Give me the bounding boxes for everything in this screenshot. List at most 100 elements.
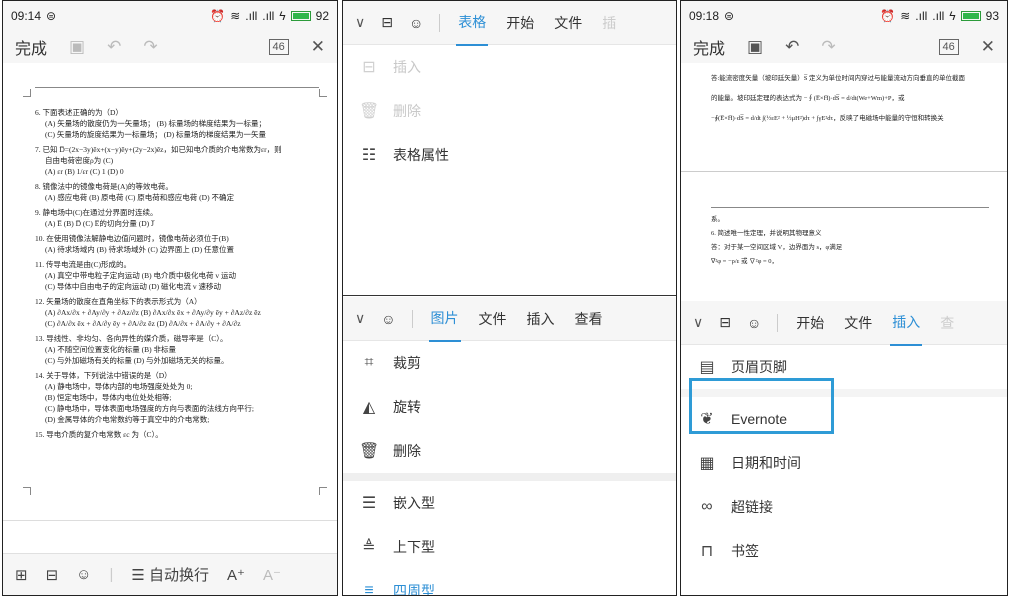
page-corner-mark [23, 89, 31, 97]
tab-insert[interactable]: 插入 [890, 300, 923, 346]
tab-overflow[interactable]: 查 [938, 301, 956, 345]
question-stem: 8. 镜像法中的镜像电荷是(A)的等效电荷。 [35, 182, 173, 191]
signal-icon: .ıll [262, 9, 275, 23]
document-text: 系。 6. 简述唯一性定理，并说明其物理意义 答：对于某一空间区域 V，边界面为 s… [681, 213, 1007, 269]
tab-overflow[interactable]: 插 [600, 1, 618, 45]
chevron-down-icon[interactable]: ∨ [355, 310, 365, 327]
ghost-icon[interactable]: ☺ [747, 315, 761, 331]
tab-start[interactable]: 开始 [794, 301, 826, 345]
undo-icon[interactable]: ↶ [785, 37, 799, 57]
page-header-line [711, 207, 989, 208]
font-increase-button[interactable]: A⁺ [227, 566, 245, 584]
font-decrease-button[interactable]: A⁻ [263, 566, 281, 584]
menu-item-delete[interactable]: 🗑 删除 [343, 429, 676, 473]
tab-file[interactable]: 文件 [477, 297, 509, 341]
menu-item-date-time[interactable]: ▦ 日期和时间 [681, 441, 1007, 485]
save-icon[interactable]: ▣ [69, 37, 85, 57]
document-page: 答:能流密度矢量（坡印廷矢量）S̅ 定义为单位时间内穿过与能量流动方向垂直的单位… [681, 63, 1007, 301]
menu-label: 四周型 [393, 583, 435, 596]
alarm-icon: ⏰ [210, 9, 226, 23]
divider [411, 309, 413, 328]
tab-view[interactable]: 查看 [573, 297, 605, 341]
menu-item-insert[interactable]: ⊟ 插入 [343, 45, 676, 89]
menu-item-inline[interactable]: ☰ 嵌入型 [343, 481, 676, 525]
picture-section: ∨ ☺ 图片 文件 插入 查看 ⌗ 裁剪 ◭ 旋转 🗑 删除 ☰ 嵌入型 ≜ 上下型 ≡ 四… [343, 296, 676, 596]
calendar-clock-icon: ▦ [699, 455, 715, 472]
signal-icon: .ıll [932, 9, 945, 23]
tab-picture[interactable]: 图片 [428, 296, 461, 342]
close-icon[interactable]: ✕ [311, 37, 325, 57]
document-line: 答:能流密度矢量（坡印廷矢量）S̅ 定义为单位时间内穿过与能量流动方向垂直的单位… [711, 75, 966, 82]
page-corner-mark [319, 89, 327, 97]
panel-insert-menu: 09:18 ⊜ ⏰ ≋ .ıll .ıll ϟ 93 完成 ▣ ↶ ↷ 46 ✕… [680, 0, 1008, 596]
done-button[interactable]: 完成 [15, 35, 47, 59]
menu-item-hyperlink[interactable]: ∞ 超链接 [681, 485, 1007, 529]
menu-item-top-bottom[interactable]: ≜ 上下型 [343, 525, 676, 569]
close-icon[interactable]: ✕ [981, 37, 995, 57]
menu-item-delete[interactable]: 🗑 删除 [343, 89, 676, 133]
done-button[interactable]: 完成 [693, 35, 725, 59]
wrap-icon: ☰ [131, 567, 150, 584]
charging-icon: ϟ [949, 9, 956, 23]
battery-percent: 93 [985, 9, 999, 23]
header-footer-icon: ▤ [699, 359, 715, 376]
menu-item-table-properties[interactable]: ☷ 表格属性 [343, 133, 676, 177]
document-line: ∇²φ = −ρ/ε 或 ∇²φ = 0， [711, 258, 779, 265]
status-bar: 09:18 ⊜ ⏰ ≋ .ıll .ıll ϟ 93 [681, 1, 1007, 31]
trash-icon: 🗑 [359, 443, 380, 460]
tab-table[interactable]: 表格 [456, 1, 489, 46]
question-stem: 10. 在使用镜像法解静电边值问题时，镜像电荷必须位于(B) [35, 234, 229, 243]
document-page: 6. 下面表述正确的为（D） (A) 矢量场的散度仍为一矢量场； (B) 标量场的… [3, 67, 337, 553]
bottom-toolbar: ⊞ ⊟ ☺ | ☰ 自动换行 A⁺ A⁻ [3, 553, 337, 595]
divider: | [109, 566, 114, 583]
section-gap [343, 473, 676, 481]
question-stem: 11. 传导电流是由(C)形成的。 [35, 260, 131, 269]
save-icon[interactable]: ▣ [747, 37, 763, 57]
charging-icon: ϟ [279, 9, 286, 23]
menu-item-crop[interactable]: ⌗ 裁剪 [343, 341, 676, 385]
wrap-text-label: 自动换行 [149, 567, 210, 584]
ghost-icon[interactable]: ☺ [381, 311, 395, 327]
menu-item-rotate[interactable]: ◭ 旋转 [343, 385, 676, 429]
battery-icon [290, 11, 311, 21]
menu-item-square-wrap[interactable]: ≡ 四周型 [343, 569, 676, 596]
document-line: 系。 [711, 216, 724, 223]
tab-file[interactable]: 文件 [552, 1, 584, 45]
table-menu: ⊟ 插入 🗑 删除 ☷ 表格属性 [343, 45, 676, 177]
question-stem: 12. 矢量场的散度在直角坐标下的表示形式为（A） [35, 297, 202, 306]
menu-label: 日期和时间 [731, 455, 801, 471]
wrap-text-button[interactable]: ☰ 自动换行 [131, 564, 209, 585]
document-line: 6. 简述唯一性定理，并说明其物理意义 [711, 230, 822, 237]
menu-item-bookmark[interactable]: ⊓ 书签 [681, 529, 1007, 573]
redo-icon[interactable]: ↷ [143, 37, 157, 57]
trash-icon: 🗑 [359, 103, 380, 120]
document-toolbar: 完成 ▣ ↶ ↷ 46 ✕ [3, 31, 337, 63]
grid-icon[interactable]: ⊞ [15, 566, 28, 584]
question-option: (A) E̅ (B) D̅ (C) E̅的切向分量 (D) J̅ [45, 219, 154, 228]
chevron-down-icon[interactable]: ∨ [355, 14, 365, 31]
chevron-down-icon[interactable]: ∨ [693, 314, 703, 331]
question-option: (A) 矢量场的散度仍为一矢量场； (B) 标量场的梯度结果为一标量； [45, 119, 267, 128]
wifi-icon: ≋ [900, 9, 911, 23]
redo-icon[interactable]: ↷ [821, 37, 835, 57]
ghost-icon[interactable]: ☺ [76, 566, 91, 583]
page-count-icon[interactable]: 46 [938, 39, 959, 55]
toolbox-icon[interactable]: ⊟ [381, 14, 393, 31]
ghost-icon[interactable]: ☺ [409, 15, 423, 31]
tab-file[interactable]: 文件 [842, 301, 874, 345]
question-option: 自由电荷密度ρ为 (C) [45, 156, 114, 165]
question-option: (D) 金属导体的介电常数约等于真空中的介电常数; [45, 415, 210, 424]
question-option: (C) 导体中自由电子的定向运动 (D) 磁化电流 v 速移动 [45, 282, 222, 291]
question-option: (C) 静电场中，导体表面电场强度的方向与表面的法线方向平行; [45, 404, 254, 413]
question-option: (C) 与外加磁场有关的标量 (D) 与外加磁场无关的标量。 [45, 356, 229, 365]
crop-icon: ⌗ [364, 354, 374, 371]
divider [343, 295, 676, 296]
toolbox-icon[interactable]: ⊟ [46, 566, 59, 584]
page-count-icon[interactable]: 46 [268, 39, 289, 55]
undo-icon[interactable]: ↶ [107, 37, 121, 57]
panel-table-picture-menus: ∨ ⊟ ☺ 表格 开始 文件 插 ⊟ 插入 🗑 删除 ☷ 表格属性 ∨ ☺ 图片 文件… [342, 0, 677, 596]
tab-start[interactable]: 开始 [504, 1, 536, 45]
sync-icon: ⊜ [724, 9, 735, 23]
tab-insert[interactable]: 插入 [525, 297, 557, 341]
toolbox-icon[interactable]: ⊟ [719, 314, 731, 331]
